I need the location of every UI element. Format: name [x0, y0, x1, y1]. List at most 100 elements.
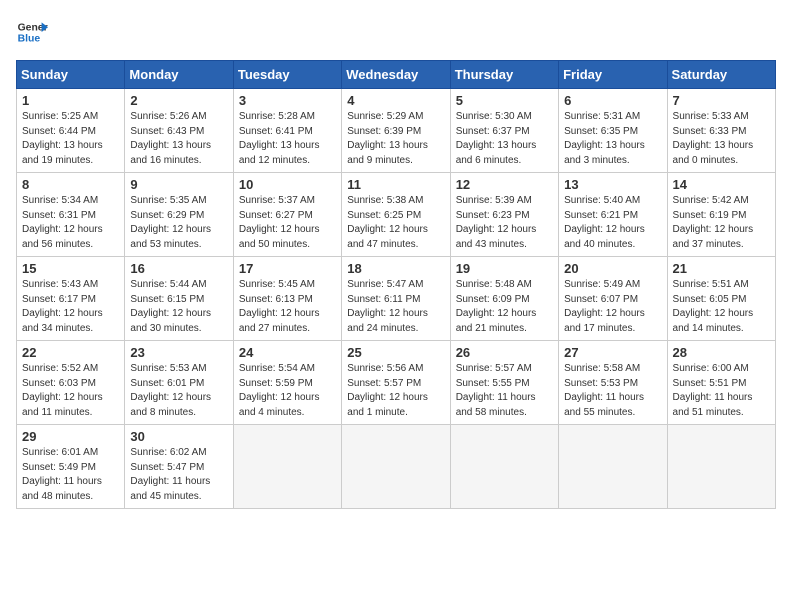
day-info: Sunrise: 5:33 AMSunset: 6:33 PMDaylight:… — [673, 110, 770, 168]
calendar-week-row: 29 Sunrise: 6:01 AMSunset: 5:49 PMDayligh… — [17, 425, 776, 509]
calendar-header-row: SundayMondayTuesdayWednesdayThursdayFrid… — [17, 61, 776, 89]
calendar-cell — [667, 425, 775, 509]
day-number: 18 — [347, 261, 444, 276]
calendar-cell: 3 Sunrise: 5:28 AMSunset: 6:41 PMDaylight… — [233, 89, 341, 173]
svg-text:Blue: Blue — [18, 34, 41, 45]
calendar-cell: 24 Sunrise: 5:54 AMSunset: 5:59 PMDayligh… — [233, 341, 341, 425]
day-info: Sunrise: 5:52 AMSunset: 6:03 PMDaylight:… — [22, 362, 119, 420]
column-header-tuesday: Tuesday — [233, 61, 341, 89]
day-info: Sunrise: 5:54 AMSunset: 5:59 PMDaylight:… — [239, 362, 336, 420]
calendar-cell: 28Sunrise: 6:00 AMSunset: 5:51 PMDayligh… — [667, 341, 775, 425]
day-number: 24 — [239, 345, 336, 360]
day-number: 13 — [564, 177, 661, 192]
calendar-cell — [342, 425, 450, 509]
day-number: 27 — [564, 345, 661, 360]
calendar-cell: 1 Sunrise: 5:25 AMSunset: 6:44 PMDaylight… — [17, 89, 125, 173]
day-number: 4 — [347, 93, 444, 108]
calendar-cell: 17Sunrise: 5:45 AMSunset: 6:13 PMDayligh… — [233, 257, 341, 341]
day-number: 9 — [130, 177, 227, 192]
day-number: 26 — [456, 345, 553, 360]
day-info: Sunrise: 5:39 AMSunset: 6:23 PMDaylight:… — [456, 194, 553, 252]
calendar-cell: 19 Sunrise: 5:48 AMSunset: 6:09 PMDayligh… — [450, 257, 558, 341]
calendar-cell: 21Sunrise: 5:51 AMSunset: 6:05 PMDayligh… — [667, 257, 775, 341]
calendar-cell: 4 Sunrise: 5:29 AMSunset: 6:39 PMDaylight… — [342, 89, 450, 173]
logo-icon: General Blue — [16, 16, 48, 48]
day-number: 5 — [456, 93, 553, 108]
day-info: Sunrise: 5:47 AMSunset: 6:11 PMDaylight:… — [347, 278, 444, 336]
day-number: 1 — [22, 93, 119, 108]
calendar-cell: 8Sunrise: 5:34 AMSunset: 6:31 PMDaylight… — [17, 173, 125, 257]
day-info: Sunrise: 5:38 AMSunset: 6:25 PMDaylight:… — [347, 194, 444, 252]
day-info: Sunrise: 5:25 AMSunset: 6:44 PMDaylight:… — [22, 110, 119, 168]
day-number: 15 — [22, 261, 119, 276]
calendar-cell: 14 Sunrise: 5:42 AMSunset: 6:19 PMDayligh… — [667, 173, 775, 257]
calendar-cell: 11 Sunrise: 5:38 AMSunset: 6:25 PMDayligh… — [342, 173, 450, 257]
day-number: 3 — [239, 93, 336, 108]
calendar-cell — [233, 425, 341, 509]
day-number: 25 — [347, 345, 444, 360]
day-info: Sunrise: 5:31 AMSunset: 6:35 PMDaylight:… — [564, 110, 661, 168]
day-number: 29 — [22, 429, 119, 444]
calendar-week-row: 1 Sunrise: 5:25 AMSunset: 6:44 PMDaylight… — [17, 89, 776, 173]
day-info: Sunrise: 5:35 AMSunset: 6:29 PMDaylight:… — [130, 194, 227, 252]
day-info: Sunrise: 6:00 AMSunset: 5:51 PMDaylight:… — [673, 362, 770, 420]
column-header-wednesday: Wednesday — [342, 61, 450, 89]
day-info: Sunrise: 5:48 AMSunset: 6:09 PMDaylight:… — [456, 278, 553, 336]
column-header-saturday: Saturday — [667, 61, 775, 89]
calendar-cell: 18 Sunrise: 5:47 AMSunset: 6:11 PMDayligh… — [342, 257, 450, 341]
calendar-cell: 12Sunrise: 5:39 AMSunset: 6:23 PMDayligh… — [450, 173, 558, 257]
day-number: 10 — [239, 177, 336, 192]
day-info: Sunrise: 5:58 AMSunset: 5:53 PMDaylight:… — [564, 362, 661, 420]
calendar-table: SundayMondayTuesdayWednesdayThursdayFrid… — [16, 60, 776, 509]
calendar-cell: 27 Sunrise: 5:58 AMSunset: 5:53 PMDayligh… — [559, 341, 667, 425]
calendar-cell: 5 Sunrise: 5:30 AMSunset: 6:37 PMDaylight… — [450, 89, 558, 173]
day-info: Sunrise: 6:01 AMSunset: 5:49 PMDaylight:… — [22, 446, 119, 504]
calendar-cell: 13 Sunrise: 5:40 AMSunset: 6:21 PMDayligh… — [559, 173, 667, 257]
day-info: Sunrise: 5:57 AMSunset: 5:55 PMDaylight:… — [456, 362, 553, 420]
calendar-cell: 10 Sunrise: 5:37 AMSunset: 6:27 PMDayligh… — [233, 173, 341, 257]
day-info: Sunrise: 5:42 AMSunset: 6:19 PMDaylight:… — [673, 194, 770, 252]
day-info: Sunrise: 5:44 AMSunset: 6:15 PMDaylight:… — [130, 278, 227, 336]
calendar-cell: 15 Sunrise: 5:43 AMSunset: 6:17 PMDayligh… — [17, 257, 125, 341]
calendar-cell: 22 Sunrise: 5:52 AMSunset: 6:03 PMDayligh… — [17, 341, 125, 425]
calendar-cell: 25 Sunrise: 5:56 AMSunset: 5:57 PMDayligh… — [342, 341, 450, 425]
day-number: 19 — [456, 261, 553, 276]
day-info: Sunrise: 5:53 AMSunset: 6:01 PMDaylight:… — [130, 362, 227, 420]
day-number: 14 — [673, 177, 770, 192]
calendar-cell: 23 Sunrise: 5:53 AMSunset: 6:01 PMDayligh… — [125, 341, 233, 425]
day-info: Sunrise: 5:30 AMSunset: 6:37 PMDaylight:… — [456, 110, 553, 168]
calendar-cell — [450, 425, 558, 509]
day-number: 23 — [130, 345, 227, 360]
day-number: 20 — [564, 261, 661, 276]
day-info: Sunrise: 5:40 AMSunset: 6:21 PMDaylight:… — [564, 194, 661, 252]
page-header: General Blue — [16, 16, 776, 48]
day-number: 6 — [564, 93, 661, 108]
day-info: Sunrise: 5:56 AMSunset: 5:57 PMDaylight:… — [347, 362, 444, 420]
day-number: 11 — [347, 177, 444, 192]
calendar-week-row: 8Sunrise: 5:34 AMSunset: 6:31 PMDaylight… — [17, 173, 776, 257]
day-info: Sunrise: 5:37 AMSunset: 6:27 PMDaylight:… — [239, 194, 336, 252]
column-header-thursday: Thursday — [450, 61, 558, 89]
day-info: Sunrise: 5:34 AMSunset: 6:31 PMDaylight:… — [22, 194, 119, 252]
logo: General Blue — [16, 16, 48, 48]
calendar-week-row: 15 Sunrise: 5:43 AMSunset: 6:17 PMDayligh… — [17, 257, 776, 341]
day-number: 21 — [673, 261, 770, 276]
calendar-cell: 30 Sunrise: 6:02 AMSunset: 5:47 PMDayligh… — [125, 425, 233, 509]
calendar-cell: 6 Sunrise: 5:31 AMSunset: 6:35 PMDaylight… — [559, 89, 667, 173]
day-info: Sunrise: 6:02 AMSunset: 5:47 PMDaylight:… — [130, 446, 227, 504]
calendar-week-row: 22 Sunrise: 5:52 AMSunset: 6:03 PMDayligh… — [17, 341, 776, 425]
calendar-cell: 7Sunrise: 5:33 AMSunset: 6:33 PMDaylight… — [667, 89, 775, 173]
day-number: 22 — [22, 345, 119, 360]
calendar-cell: 20Sunrise: 5:49 AMSunset: 6:07 PMDayligh… — [559, 257, 667, 341]
day-number: 30 — [130, 429, 227, 444]
calendar-cell — [559, 425, 667, 509]
day-info: Sunrise: 5:43 AMSunset: 6:17 PMDaylight:… — [22, 278, 119, 336]
column-header-monday: Monday — [125, 61, 233, 89]
day-info: Sunrise: 5:28 AMSunset: 6:41 PMDaylight:… — [239, 110, 336, 168]
calendar-cell: 9 Sunrise: 5:35 AMSunset: 6:29 PMDaylight… — [125, 173, 233, 257]
day-info: Sunrise: 5:29 AMSunset: 6:39 PMDaylight:… — [347, 110, 444, 168]
calendar-cell: 16Sunrise: 5:44 AMSunset: 6:15 PMDayligh… — [125, 257, 233, 341]
day-number: 17 — [239, 261, 336, 276]
calendar-cell: 29 Sunrise: 6:01 AMSunset: 5:49 PMDayligh… — [17, 425, 125, 509]
day-info: Sunrise: 5:26 AMSunset: 6:43 PMDaylight:… — [130, 110, 227, 168]
